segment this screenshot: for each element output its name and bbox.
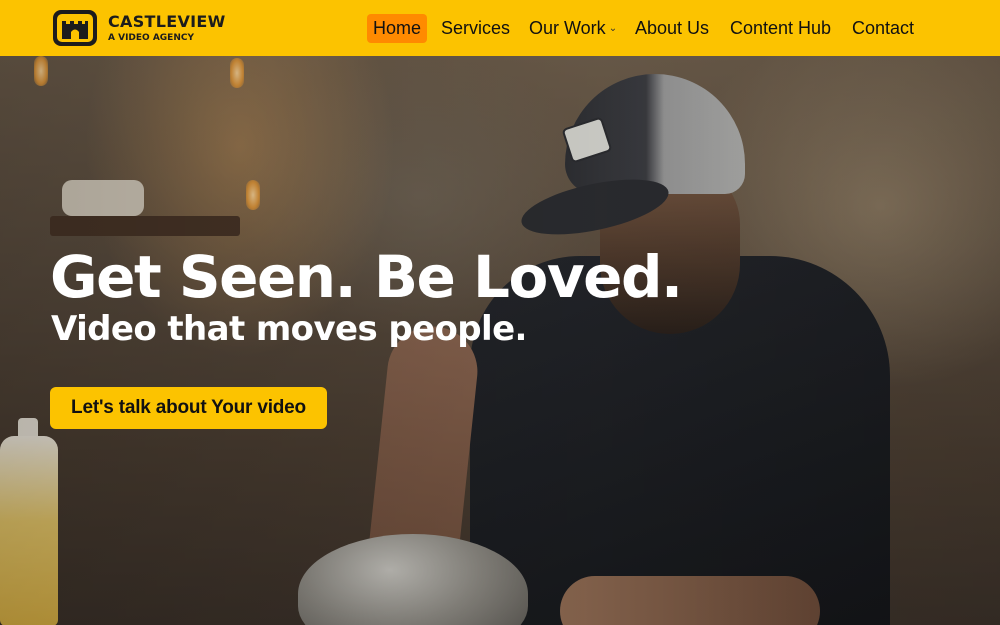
site-header: CASTLEVIEW A VIDEO AGENCY Home Services … [0,0,1000,56]
nav-about-us-label: About Us [635,18,710,38]
nav-content-hub[interactable]: Content Hub [730,14,831,43]
nav-contact[interactable]: Contact [852,14,914,43]
nav-content-hub-label: Content Hub [730,18,832,38]
nav-services[interactable]: Services [441,14,510,43]
brand-name: CASTLEVIEW [108,11,226,31]
hero-subheadline: Video that moves people. [51,309,527,349]
nav-our-work-label: Our Work [529,18,606,38]
nav-home-label: Home [373,18,422,38]
nav-contact-label: Contact [852,18,915,38]
brand-text: CASTLEVIEW A VIDEO AGENCY [108,11,226,44]
brand-tagline: A VIDEO AGENCY [108,32,194,43]
nav-our-work[interactable]: Our Work ⌄ [529,14,617,43]
chevron-down-icon: ⌄ [608,23,618,34]
hero-headline: Get Seen. Be Loved. [50,243,683,311]
cta-button[interactable]: Let's talk about Your video [50,387,327,429]
nav-home[interactable]: Home [367,14,428,43]
brand-logo[interactable]: CASTLEVIEW A VIDEO AGENCY [52,9,226,47]
hero-section: Get Seen. Be Loved. Video that moves peo… [0,56,1000,625]
castle-icon [53,10,97,46]
nav-services-label: Services [441,18,511,38]
nav-about-us[interactable]: About Us [635,14,709,43]
